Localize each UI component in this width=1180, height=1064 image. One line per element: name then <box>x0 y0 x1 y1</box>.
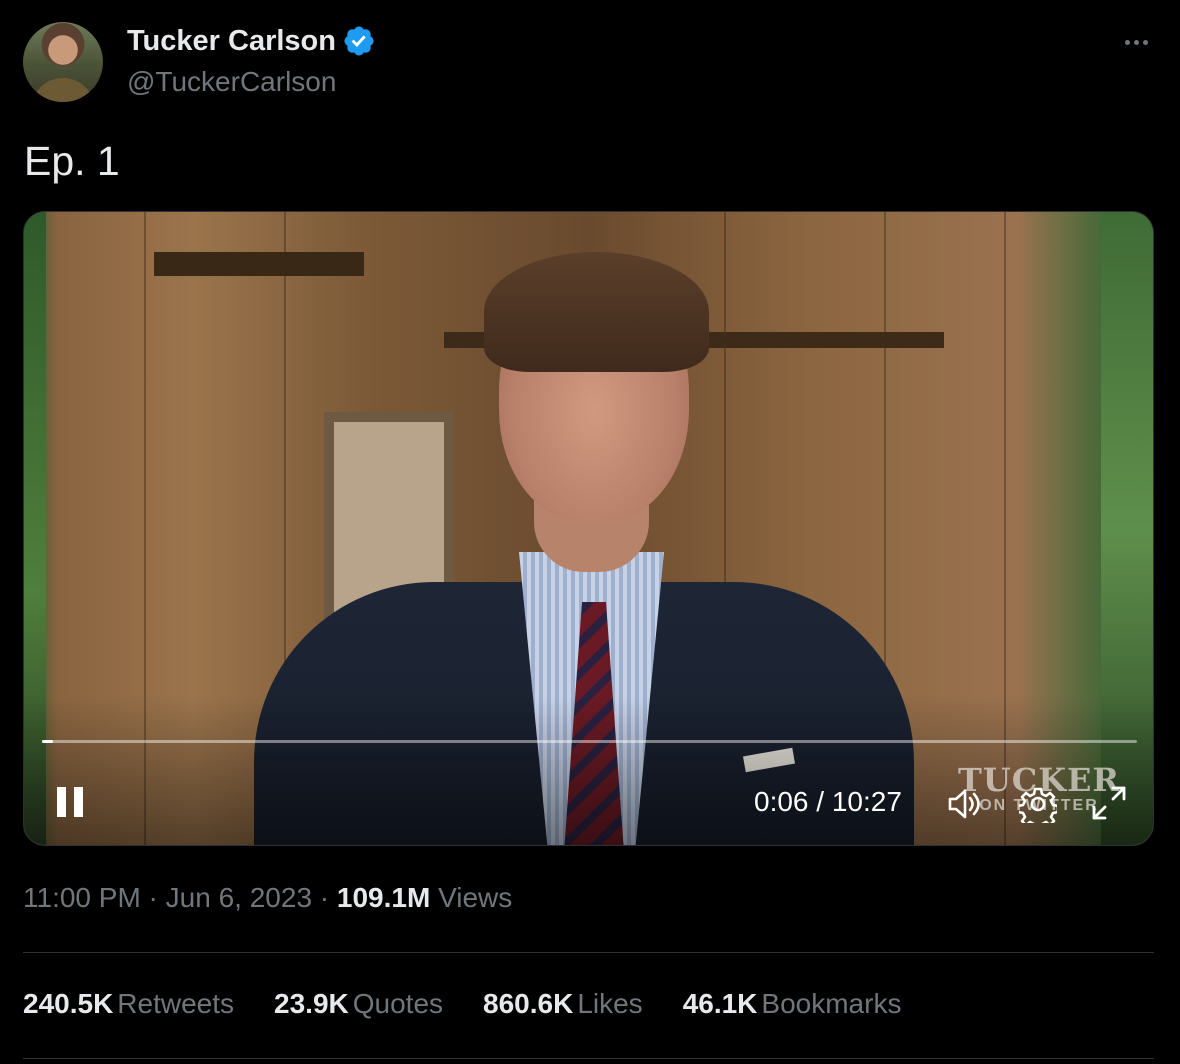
volume-icon[interactable] <box>944 785 982 823</box>
more-dot <box>1133 39 1139 45</box>
video-progress-fill <box>42 740 53 743</box>
tweet-time[interactable]: 11:00 PM <box>23 882 141 913</box>
stat-quotes[interactable]: 23.9K Quotes <box>274 988 443 1020</box>
tweet-meta: 11:00 PM · Jun 6, 2023 · 109.1M Views <box>23 882 512 914</box>
settings-gear-icon[interactable] <box>1019 785 1057 823</box>
stat-bookmarks[interactable]: 46.1K Bookmarks <box>683 988 902 1020</box>
author-handle[interactable]: @TuckerCarlson <box>127 66 336 98</box>
meta-separator: · <box>312 882 337 913</box>
video-player[interactable]: 0:06 / 10:27 TUCKER ON TWITTER <box>23 211 1154 846</box>
views-label: Views <box>430 882 513 913</box>
stat-label: Retweets <box>117 988 235 1019</box>
avatar-shoulders <box>31 78 95 102</box>
tweet-date[interactable]: Jun 6, 2023 <box>166 882 312 913</box>
stat-count: 23.9K <box>274 988 349 1019</box>
views-count: 109.1M <box>336 882 431 913</box>
stat-count: 240.5K <box>23 988 114 1019</box>
tweet-text: Ep. 1 <box>24 138 120 184</box>
stat-label: Bookmarks <box>761 988 902 1019</box>
tweet-detail: Tucker Carlson @TuckerCarlson Ep. 1 0:06… <box>0 0 1180 1064</box>
pause-button[interactable] <box>52 784 88 820</box>
engagement-stats: 240.5K Retweets 23.9K Quotes 860.6K Likes 4… <box>23 988 901 1020</box>
author-name[interactable]: Tucker Carlson <box>127 25 336 58</box>
author-name-row[interactable]: Tucker Carlson <box>127 24 376 58</box>
divider <box>23 952 1154 953</box>
stat-count: 860.6K <box>483 988 574 1019</box>
fullscreen-expand-icon[interactable] <box>1090 784 1128 822</box>
subject-hair <box>484 252 709 372</box>
more-dot <box>1142 39 1148 45</box>
stat-count: 46.1K <box>682 988 758 1019</box>
meta-separator: · <box>140 882 166 913</box>
more-options-icon[interactable] <box>1116 30 1156 54</box>
avatar[interactable] <box>23 22 103 102</box>
stat-label: Quotes <box>352 988 444 1019</box>
divider <box>23 1058 1154 1059</box>
stat-label: Likes <box>577 988 643 1019</box>
pause-bar <box>57 787 66 817</box>
stat-retweets[interactable]: 240.5K Retweets <box>23 988 234 1020</box>
pause-bar <box>74 787 83 817</box>
video-time-readout: 0:06 / 10:27 <box>754 786 902 817</box>
stat-likes[interactable]: 860.6K Likes <box>483 988 643 1020</box>
verified-badge-icon <box>344 26 374 56</box>
more-dot <box>1124 39 1130 45</box>
video-progress-bar[interactable] <box>42 740 1137 743</box>
